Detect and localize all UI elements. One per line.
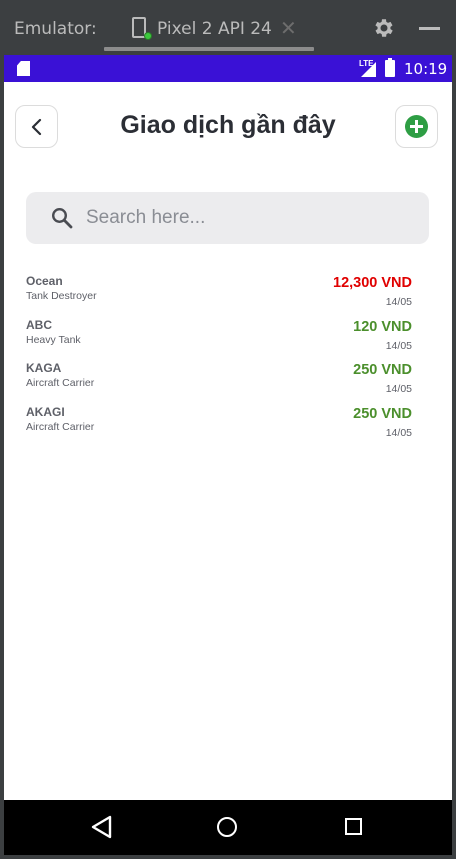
gear-icon[interactable] xyxy=(371,16,395,40)
signal-icon xyxy=(361,62,376,77)
transaction-amount: 120 VND xyxy=(353,318,412,335)
page-title: Giao dịch gần đây xyxy=(120,111,336,139)
transaction-type: Heavy Tank xyxy=(26,333,81,346)
phone-screen: LTE 10:19 Giao dịch gần đây Ocean Tank D… xyxy=(4,55,452,855)
transaction-type: Aircraft Carrier xyxy=(26,377,95,389)
status-bar: LTE 10:19 xyxy=(4,55,452,82)
transaction-type: Aircraft Carrier xyxy=(26,420,95,433)
status-time: 10:19 xyxy=(404,60,448,78)
transaction-name: KAGA xyxy=(26,361,62,375)
close-icon[interactable]: ✕ xyxy=(280,16,297,41)
search-bar[interactable] xyxy=(26,192,429,244)
nav-back-icon[interactable] xyxy=(91,815,113,839)
transaction-name: Ocean xyxy=(26,274,63,288)
transaction-amount: 250 VND xyxy=(353,405,412,422)
transaction-item[interactable]: Ocean Tank Destroyer 12,300 VND 14/05 xyxy=(26,273,414,317)
transaction-date: 14/05 xyxy=(385,383,412,395)
nav-home-icon[interactable] xyxy=(217,817,237,837)
transaction-type: Tank Destroyer xyxy=(26,290,97,302)
emulator-toolbar: Emulator: Pixel 2 API 24 ✕ xyxy=(0,0,456,55)
transaction-list: Ocean Tank Destroyer 12,300 VND 14/05 AB… xyxy=(26,273,414,447)
transaction-name: AKAGI xyxy=(26,404,65,419)
transaction-item[interactable]: AKAGI Aircraft Carrier 250 VND 14/05 xyxy=(26,404,414,448)
sd-card-icon xyxy=(17,61,30,76)
transaction-item[interactable]: KAGA Aircraft Carrier 250 VND 14/05 xyxy=(26,360,414,404)
device-tab-label: Pixel 2 API 24 xyxy=(157,19,272,39)
nav-recent-apps-icon[interactable] xyxy=(345,818,362,835)
search-icon xyxy=(51,207,73,229)
battery-icon xyxy=(385,58,395,77)
transaction-amount: 12,300 VND xyxy=(333,275,412,291)
transaction-date: 14/05 xyxy=(385,296,412,308)
add-transaction-button[interactable] xyxy=(395,105,438,148)
android-navigation-bar xyxy=(4,800,452,855)
transaction-amount: 250 VND xyxy=(353,362,412,378)
transaction-date: 14/05 xyxy=(385,339,412,352)
plus-circle-icon xyxy=(405,115,428,138)
transaction-item[interactable]: ABC Heavy Tank 120 VND 14/05 xyxy=(26,317,414,361)
transaction-date: 14/05 xyxy=(385,426,412,439)
device-tab[interactable]: Pixel 2 API 24 ✕ xyxy=(104,0,314,55)
transaction-name: ABC xyxy=(26,317,52,332)
minimize-icon[interactable] xyxy=(419,27,440,30)
device-online-indicator xyxy=(144,32,152,40)
emulator-label: Emulator: xyxy=(14,19,97,39)
search-input[interactable] xyxy=(86,192,416,244)
tab-active-indicator xyxy=(104,47,314,51)
